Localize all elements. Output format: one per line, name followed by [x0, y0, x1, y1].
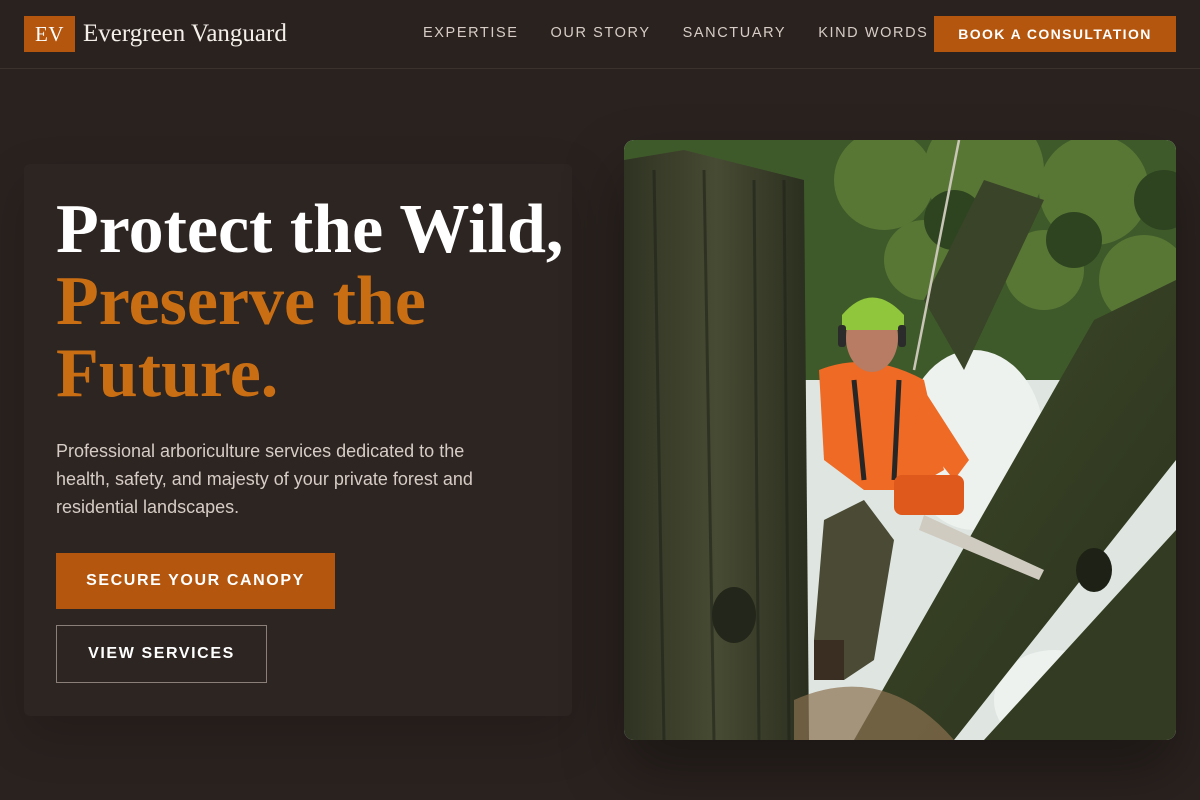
brand-logo[interactable]: EV Evergreen Vanguard [24, 16, 287, 52]
hero-image-arborist [624, 140, 1176, 740]
nav-link-expertise[interactable]: EXPERTISE [423, 24, 519, 42]
book-consultation-button[interactable]: BOOK A CONSULTATION [934, 16, 1176, 52]
brand-name: Evergreen Vanguard [83, 20, 287, 47]
site-header: EV Evergreen Vanguard EXPERTISE OUR STOR… [0, 0, 1200, 69]
nav-link-sanctuary[interactable]: SANCTUARY [683, 24, 787, 42]
main-nav: EXPERTISE OUR STORY SANCTUARY KIND WORDS [423, 24, 928, 42]
headline-line-2: Preserve the [56, 263, 426, 340]
nav-link-our-story[interactable]: OUR STORY [551, 24, 651, 42]
hero-subtext: Professional arboriculture services dedi… [56, 441, 473, 517]
page: EV Evergreen Vanguard EXPERTISE OUR STOR… [0, 0, 1200, 800]
view-services-button[interactable]: VIEW SERVICES [56, 625, 267, 683]
secure-canopy-button[interactable]: SECURE YOUR CANOPY [56, 553, 335, 609]
hero-headline: Protect the Wild, Preserve the Future. [56, 194, 576, 410]
nav-link-kind-words[interactable]: KIND WORDS [818, 24, 928, 42]
headline-line-1: Protect the Wild, [56, 191, 564, 268]
logo-mark: EV [24, 16, 75, 52]
headline-line-3: Future. [56, 335, 279, 412]
